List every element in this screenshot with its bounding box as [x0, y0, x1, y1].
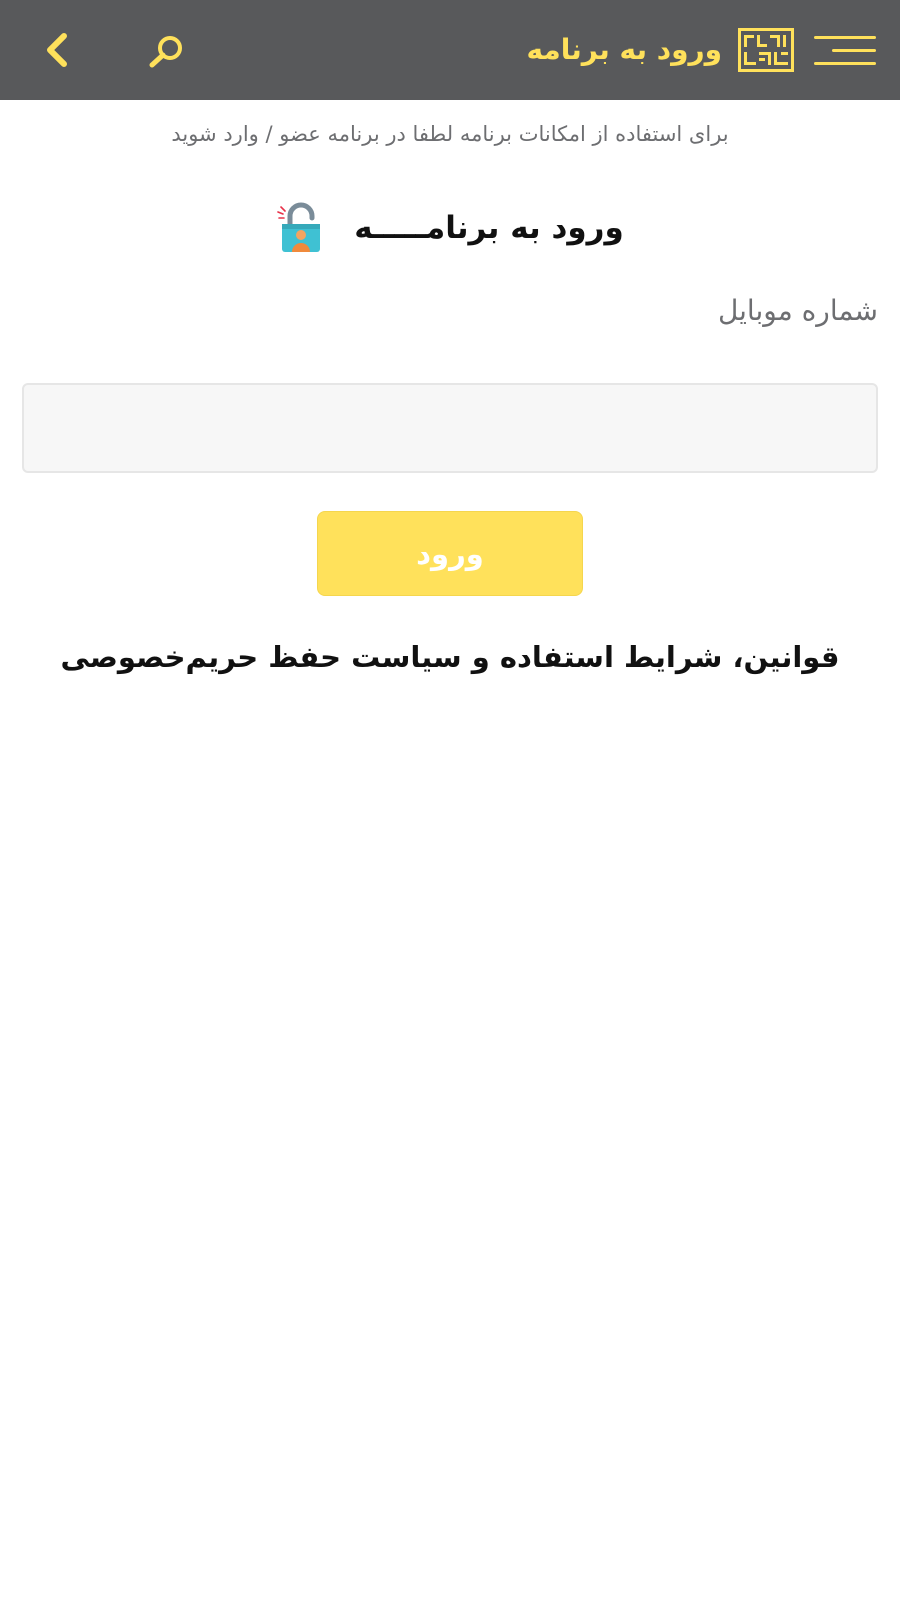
login-subtitle: برای استفاده از امکانات برنامه لطفا در ب…: [171, 122, 729, 146]
mobile-label: شماره موبایل: [717, 294, 878, 327]
terms-link[interactable]: قوانین، شرایط استفاده و سیاست حفظ حریم‌خ…: [0, 640, 900, 674]
top-bar: ورود به برنامه: [0, 0, 900, 100]
page-title: ورود به برنامه: [526, 33, 722, 66]
login-button[interactable]: ورود: [317, 511, 583, 596]
lock-user-icon: [277, 202, 321, 252]
login-heading: ورود به برنامـــــه: [0, 200, 900, 256]
chevron-left-icon[interactable]: [40, 30, 72, 70]
app-screen: ورود به برنامه برای استفاده از امکانات ب…: [0, 0, 900, 1600]
mobile-input[interactable]: [22, 383, 878, 473]
login-heading-text: ورود به برنامـــــه: [354, 210, 624, 246]
hamburger-icon[interactable]: [812, 30, 876, 70]
brand-logo: [738, 28, 794, 72]
search-icon[interactable]: [148, 34, 186, 68]
